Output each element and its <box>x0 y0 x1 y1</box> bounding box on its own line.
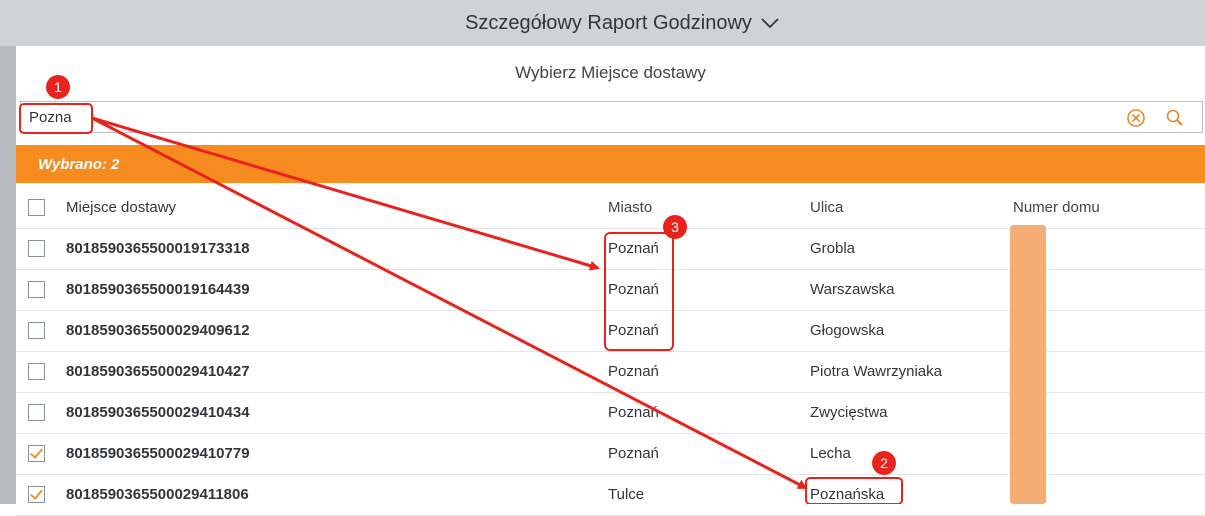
cell-delivery-place: 8018590365500019173318 <box>66 240 250 257</box>
select-all-checkbox[interactable] <box>28 199 45 216</box>
cell-street: Warszawska <box>810 281 895 298</box>
cell-street: Głogowska <box>810 322 885 339</box>
cell-delivery-place: 8018590365500019164439 <box>66 281 250 298</box>
cell-delivery-place: 8018590365500029410427 <box>66 363 250 380</box>
redaction-block <box>1010 225 1046 504</box>
cell-street: Lecha <box>810 445 851 462</box>
cell-city: Poznań <box>608 322 659 339</box>
column-header-delivery-place[interactable]: Miejsce dostawy <box>66 199 176 216</box>
cell-delivery-place: 8018590365500029411806 <box>66 486 249 503</box>
cell-delivery-place: 8018590365500029409612 <box>66 322 250 339</box>
app-title-bar[interactable]: Szczegółowy Raport Godzinowy <box>0 0 1205 46</box>
cell-street: Piotra Wawrzyniaka <box>810 363 942 380</box>
column-header-street[interactable]: Ulica <box>810 199 843 216</box>
table-header: Miejsce dostawy Miasto Ulica Numer domu <box>16 188 1205 229</box>
search-input[interactable] <box>29 106 1109 128</box>
cell-street: Zwycięstwa <box>810 404 888 421</box>
selection-count: Wybrano: 2 <box>38 155 120 173</box>
cell-city: Poznań <box>608 363 659 380</box>
clear-circle-icon[interactable] <box>1126 108 1146 133</box>
cell-delivery-place: 8018590365500029410779 <box>66 445 250 462</box>
cell-city: Tulce <box>608 486 645 503</box>
row-checkbox[interactable] <box>28 445 45 462</box>
row-checkbox[interactable] <box>28 322 45 339</box>
cell-street: Grobla <box>810 240 856 257</box>
column-header-house-number[interactable]: Numer domu <box>1013 199 1100 216</box>
cell-city: Poznań <box>608 445 659 462</box>
background-edge <box>0 46 16 504</box>
cell-delivery-place: 8018590365500029410434 <box>66 404 250 421</box>
cell-city: Poznań <box>608 404 659 421</box>
chevron-down-icon[interactable] <box>760 16 780 35</box>
cell-city: Poznań <box>608 281 659 298</box>
row-checkbox[interactable] <box>28 240 45 257</box>
selection-bar: Wybrano: 2 <box>16 145 1205 183</box>
cell-street: Poznańska <box>810 486 885 503</box>
row-checkbox[interactable] <box>28 404 45 421</box>
search-field[interactable] <box>20 101 1203 133</box>
search-icon[interactable] <box>1165 108 1185 133</box>
column-header-city[interactable]: Miasto <box>608 199 652 216</box>
app-title[interactable]: Szczegółowy Raport Godzinowy <box>465 12 752 35</box>
row-checkbox[interactable] <box>28 281 45 298</box>
row-checkbox[interactable] <box>28 486 45 503</box>
row-checkbox[interactable] <box>28 363 45 380</box>
select-dialog: Wybierz Miejsce dostawy Wybrano: 2 Miejs… <box>16 46 1205 516</box>
dialog-title: Wybierz Miejsce dostawy <box>515 63 706 82</box>
cell-city: Poznań <box>608 240 659 257</box>
